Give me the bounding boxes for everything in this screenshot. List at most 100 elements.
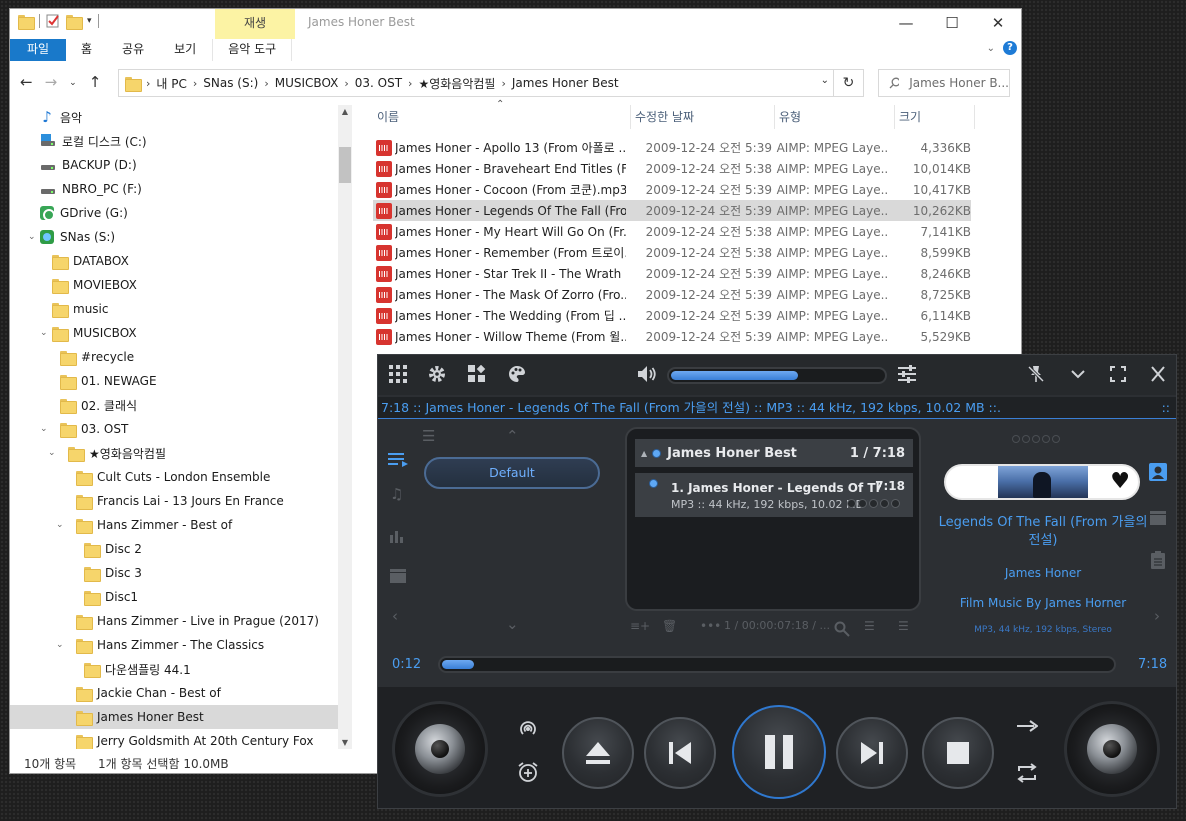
nav-item-disc1[interactable]: Disc1 xyxy=(84,585,138,609)
music-library-icon[interactable]: ♫ xyxy=(390,485,403,503)
nav-item-disc-3[interactable]: Disc 3 xyxy=(84,561,142,585)
chevron-down-icon[interactable]: ⌄ xyxy=(56,520,64,530)
nav-item-ost[interactable]: ⌄ 03. OST xyxy=(40,417,128,441)
nav-item-musicbox[interactable]: ⌄ MUSICBOX xyxy=(40,321,137,345)
nav-item-nbro-pc-f[interactable]: NBRO_PC (F:) xyxy=(40,177,142,201)
stop-button[interactable] xyxy=(922,717,994,789)
minimize-icon[interactable]: — xyxy=(883,9,929,39)
nav-item-james-honer-best[interactable]: James Honer Best xyxy=(10,705,338,729)
nav-item-francis-lai[interactable]: Francis Lai - 13 Jours En France xyxy=(76,489,284,513)
collapse-triangle-icon[interactable]: ▲ xyxy=(641,449,647,458)
tab-view[interactable]: 보기 xyxy=(159,39,211,61)
album-cover-banner[interactable]: ♥ xyxy=(944,464,1140,500)
column-header-type[interactable]: 유형 xyxy=(775,105,895,129)
menu-lines-icon[interactable]: ☰ xyxy=(422,427,435,445)
next-button[interactable] xyxy=(836,717,908,789)
artist-card-icon[interactable] xyxy=(1149,463,1167,481)
now-playing-ticker[interactable]: 7:18 :: James Honer - Legends Of The Fal… xyxy=(378,397,1176,419)
scroll-thumb[interactable] xyxy=(339,147,351,183)
column-header-date[interactable]: 수정한 날짜 xyxy=(631,105,775,129)
settings-gear-icon[interactable] xyxy=(428,365,446,383)
preset-default-button[interactable]: Default xyxy=(424,457,600,489)
tab-home[interactable]: 홈 xyxy=(66,39,107,61)
column-header-size[interactable]: 크기 xyxy=(895,105,975,129)
chevron-right-icon[interactable]: › xyxy=(264,77,268,90)
equalizer-sliders-icon[interactable] xyxy=(898,365,916,383)
up-arrow-icon[interactable]: ↑ xyxy=(89,73,102,93)
chevron-right-icon[interactable]: › xyxy=(344,77,348,90)
previous-button[interactable] xyxy=(644,717,716,789)
chevron-right-icon[interactable]: › xyxy=(408,77,412,90)
nav-item-jerry-goldsmith[interactable]: Jerry Goldsmith At 20th Century Fox xyxy=(76,729,313,749)
breadcrumb-this-pc[interactable]: 내 PC xyxy=(156,75,186,92)
search-icon[interactable] xyxy=(834,621,850,637)
column-header-name[interactable]: 이름 xyxy=(373,105,631,129)
nav-item-hans-zimmer-best[interactable]: ⌄ Hans Zimmer - Best of xyxy=(56,513,232,537)
pause-button[interactable] xyxy=(732,705,826,799)
eject-button[interactable] xyxy=(562,717,634,789)
file-row[interactable]: James Honer - Legends Of The Fall (Fro..… xyxy=(373,200,971,221)
radio-stream-icon[interactable] xyxy=(518,719,538,739)
tab-music-tools[interactable]: 음악 도구 xyxy=(212,39,293,61)
chevron-down-icon[interactable]: ⌄ xyxy=(40,328,48,338)
nav-item-newage[interactable]: 01. NEWAGE xyxy=(60,369,157,393)
expand-ribbon-icon[interactable]: ⌄ xyxy=(987,43,995,54)
seek-slider[interactable] xyxy=(438,656,1116,673)
folder-icon[interactable] xyxy=(18,14,35,30)
nav-item-local-disk-c[interactable]: 로컬 디스크 (C:) xyxy=(40,129,147,153)
pin-off-icon[interactable] xyxy=(1028,365,1044,383)
playlist-menu-icon[interactable]: ☰ xyxy=(898,619,909,633)
back-arrow-icon[interactable]: ← xyxy=(20,73,33,93)
more-icon[interactable]: ••• xyxy=(700,619,721,633)
volume-slider[interactable] xyxy=(667,367,887,384)
context-tab-play[interactable]: 재생 xyxy=(215,9,295,39)
nav-item-jackie-chan[interactable]: Jackie Chan - Best of xyxy=(76,681,221,705)
breadcrumb-musicbox[interactable]: MUSICBOX xyxy=(275,76,339,90)
nav-item-music-folder[interactable]: music xyxy=(52,297,108,321)
chevron-right-icon[interactable]: › xyxy=(1154,607,1160,625)
nav-item-moviebox[interactable]: MOVIEBOX xyxy=(52,273,137,297)
nav-item-hans-zimmer-prague[interactable]: Hans Zimmer - Live in Prague (2017) xyxy=(76,609,319,633)
nav-item-cult-cuts[interactable]: Cult Cuts - London Ensemble xyxy=(76,465,270,489)
file-row[interactable]: James Honer - My Heart Will Go On (Fr...… xyxy=(373,221,971,242)
breadcrumb-snas[interactable]: SNas (S:) xyxy=(203,76,258,90)
scroll-down-icon[interactable]: ▼ xyxy=(338,738,352,747)
recent-dropdown-icon[interactable]: ⌄ xyxy=(69,73,77,93)
chevron-left-icon[interactable]: ‹ xyxy=(392,607,398,625)
playlist-group-header[interactable]: ▲ James Honer Best 1 / 7:18 xyxy=(635,439,913,467)
skin-palette-icon[interactable] xyxy=(508,365,526,383)
file-row[interactable]: James Honer - The Mask Of Zorro (Fro... 2… xyxy=(373,284,971,305)
chevron-down-icon[interactable]: ⌄ xyxy=(48,448,56,458)
nav-item-hans-zimmer-classics[interactable]: ⌄ Hans Zimmer - The Classics xyxy=(56,633,264,657)
tab-file[interactable]: 파일 xyxy=(10,39,66,61)
file-row[interactable]: James Honer - Willow Theme (From 윌... 200… xyxy=(373,326,971,347)
maximize-icon[interactable]: ☐ xyxy=(929,9,975,39)
breadcrumb-ost[interactable]: 03. OST xyxy=(355,76,402,90)
nav-item-music[interactable]: ♪ 음악 xyxy=(40,105,82,129)
chevron-down-icon[interactable]: ⌄ xyxy=(40,424,48,434)
forward-arrow-icon[interactable]: → xyxy=(45,73,58,93)
address-bar[interactable]: › 내 PC › SNas (S:) › MUSICBOX › 03. OST … xyxy=(118,69,834,97)
customize-dropdown-icon[interactable]: ▾ xyxy=(87,16,92,26)
video-clapper-icon[interactable] xyxy=(1150,511,1166,525)
nav-item-disc-2[interactable]: Disc 2 xyxy=(84,537,142,561)
heart-favorite-icon[interactable]: ♥ xyxy=(1110,469,1130,495)
nav-item-backup-d[interactable]: BACKUP (D:) xyxy=(40,153,137,177)
breadcrumb-current[interactable]: James Honer Best xyxy=(512,76,619,90)
menu-grid-icon[interactable] xyxy=(389,365,407,383)
file-row[interactable]: James Honer - Star Trek II - The Wrath .… xyxy=(373,263,971,284)
chevron-right-icon[interactable]: › xyxy=(501,77,505,90)
chevron-up-icon[interactable]: ⌃ xyxy=(506,427,519,445)
nav-item-classical[interactable]: 02. 클래식 xyxy=(60,393,137,417)
volume-speaker-icon[interactable] xyxy=(637,365,657,383)
chevron-down-icon[interactable] xyxy=(1070,365,1086,383)
chevron-down-icon[interactable]: ⌄ xyxy=(56,640,64,650)
nav-item-recycle[interactable]: #recycle xyxy=(60,345,134,369)
help-icon[interactable]: ? xyxy=(1003,41,1017,55)
file-row[interactable]: James Honer - Cocoon (From 코쿤).mp3 2009-1… xyxy=(373,179,971,200)
address-dropdown-icon[interactable]: ⌄ xyxy=(821,75,829,86)
nav-scrollbar[interactable]: ▲ ▼ xyxy=(338,105,352,749)
tab-share[interactable]: 공유 xyxy=(107,39,159,61)
file-row[interactable]: James Honer - Remember (From 트로이... 2009-… xyxy=(373,242,971,263)
breadcrumb-movie-compilation[interactable]: ★영화음악컴필 xyxy=(418,75,495,92)
